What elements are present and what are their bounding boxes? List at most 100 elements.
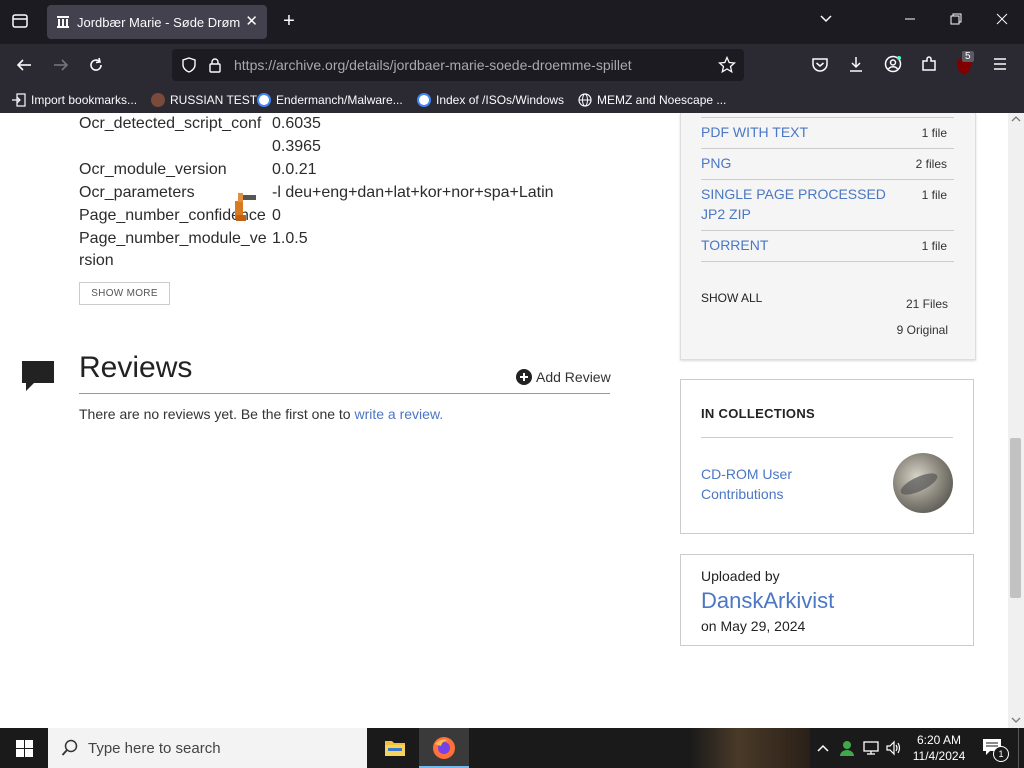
close-window-icon[interactable] (992, 12, 1012, 31)
clock-time: 6:20 AM (916, 733, 962, 747)
show-hidden-icons-chevron-icon[interactable] (816, 742, 830, 754)
tab-list-icon[interactable] (10, 12, 30, 35)
download-item[interactable]: PNG 2 files (701, 149, 954, 180)
show-more-button[interactable]: SHOW MORE (79, 282, 170, 305)
write-review-link[interactable]: write a review. (354, 406, 443, 422)
download-item[interactable]: TORRENT 1 file (701, 231, 954, 262)
upload-date: on May 29, 2024 (701, 618, 806, 634)
download-count: 2 files (915, 157, 947, 171)
metadata-value: 1.0.5 (272, 230, 308, 247)
taskbar-search-box[interactable]: Type here to search (48, 728, 367, 768)
lock-icon[interactable] (208, 57, 222, 73)
uploader-panel: Uploaded by DanskArkivist on May 29, 202… (680, 554, 974, 646)
collection-link[interactable]: CD-ROM User Contributions (701, 464, 831, 504)
download-format-link[interactable]: PNG (701, 153, 891, 173)
bookmarks-toolbar: Import bookmarks... RUSSIAN TEST Enderma… (0, 86, 1024, 114)
bookmark-label: RUSSIAN TEST (170, 93, 258, 107)
download-item[interactable]: PDF WITH TEXT 1 file (701, 118, 954, 149)
download-count: 1 file (921, 126, 947, 140)
metadata-value: 0 (272, 207, 281, 224)
taskbar-wallpaper-strip (690, 728, 810, 768)
google-icon (257, 93, 271, 107)
download-count: 1 file (921, 188, 947, 202)
download-format-link[interactable]: PDF WITH TEXT (701, 122, 891, 142)
scroll-up-arrow-icon[interactable] (1011, 115, 1021, 123)
url-text: https://archive.org/details/jordbaer-mar… (234, 57, 632, 73)
ublock-badge: 5 (962, 51, 974, 62)
back-arrow-icon[interactable] (14, 56, 34, 79)
add-review-button[interactable]: Add Review (516, 369, 611, 385)
metadata-key: Ocr_detected_script_conf (79, 115, 262, 132)
tab-active[interactable]: Jordbær Marie - Søde Drømme ✕ (47, 5, 267, 39)
metadata-value: 0.0.21 (272, 161, 317, 178)
total-files-count: 21 Files (905, 297, 948, 311)
page-content: Ocr_detected_script_conf 0.6035 0.3965 O… (0, 113, 1024, 728)
navigation-toolbar: https://archive.org/details/jordbaer-mar… (0, 44, 1024, 86)
download-format-link[interactable]: TORRENT (701, 235, 891, 255)
download-format-link[interactable]: SINGLE PAGE PROCESSED JP2 ZIP (701, 184, 891, 224)
uploader-name-link[interactable]: DanskArkivist (701, 588, 834, 614)
google-icon (417, 93, 431, 107)
archive-favicon-icon (57, 16, 69, 28)
people-icon[interactable] (838, 739, 856, 757)
tracking-protection-shield-icon[interactable] (181, 57, 197, 73)
menu-hamburger-icon[interactable] (990, 56, 1010, 77)
pocket-icon[interactable] (810, 56, 830, 79)
url-bar[interactable]: https://archive.org/details/jordbaer-mar… (172, 49, 744, 81)
tab-title: Jordbær Marie - Søde Drømme (77, 15, 240, 30)
speech-bubble-icon (22, 361, 54, 391)
scrollbar-thumb[interactable] (1010, 438, 1021, 598)
bookmark-isos[interactable]: Index of /ISOs/Windows (417, 91, 564, 109)
reload-icon[interactable] (86, 56, 106, 79)
notifications-button[interactable]: 1 (982, 738, 1009, 762)
account-icon[interactable] (883, 55, 903, 78)
search-placeholder: Type here to search (88, 740, 221, 757)
metadata-key: Page_number_module_ve (79, 230, 267, 247)
bookmark-memz[interactable]: MEMZ and Noescape ... (578, 91, 726, 109)
forward-arrow-icon[interactable] (51, 56, 71, 79)
ublock-origin-icon[interactable]: 5 (955, 51, 977, 76)
windows-start-icon[interactable] (16, 740, 33, 757)
url-path: /details/jordbaer-marie-soede-droemme-sp… (345, 57, 632, 73)
collections-heading: IN COLLECTIONS (701, 406, 815, 421)
metadata-value: 0.3965 (272, 138, 321, 155)
firefox-taskbar-button[interactable] (419, 728, 469, 768)
search-icon (61, 739, 78, 756)
bookmark-import[interactable]: Import bookmarks... (12, 91, 137, 109)
metadata-key: Ocr_module_version (79, 161, 227, 178)
volume-icon[interactable] (885, 740, 903, 756)
bookmark-star-icon[interactable] (718, 56, 736, 74)
downloads-icon[interactable] (846, 55, 866, 78)
animated-cursor-icon (235, 193, 256, 221)
bookmark-russian-test[interactable]: RUSSIAN TEST (151, 91, 257, 109)
folder-icon (385, 741, 405, 756)
metadata-key: rsion (79, 252, 114, 269)
vertical-scrollbar[interactable] (1008, 113, 1024, 728)
show-all-button[interactable]: SHOW ALL (701, 291, 762, 305)
russian-test-favicon-icon (151, 93, 165, 107)
restore-icon[interactable] (946, 12, 966, 31)
taskbar-clock[interactable]: 6:20 AM 11/4/2024 (906, 732, 972, 764)
bookmark-label: Index of /ISOs/Windows (436, 93, 565, 107)
clock-date: 11/4/2024 (912, 749, 966, 763)
uploaded-by-label: Uploaded by (701, 568, 780, 584)
file-explorer-taskbar-button[interactable] (372, 728, 418, 768)
plus-circle-icon (516, 369, 532, 385)
add-review-label: Add Review (536, 369, 611, 385)
list-all-tabs-chevron-icon[interactable] (816, 12, 836, 31)
network-icon[interactable] (862, 740, 880, 756)
scroll-down-arrow-icon[interactable] (1011, 716, 1021, 724)
extensions-puzzle-icon[interactable] (919, 55, 939, 78)
bookmark-label: Endermanch/Malware... (276, 93, 403, 107)
collection-thumbnail[interactable] (893, 453, 953, 513)
tab-close-icon[interactable]: ✕ (245, 12, 258, 30)
bookmark-label: MEMZ and Noescape ... (597, 93, 727, 107)
new-tab-button[interactable]: + (279, 10, 299, 33)
url-scheme-host: https://archive.org (234, 57, 346, 73)
download-count: 1 file (921, 239, 947, 253)
bookmark-endermanch[interactable]: Endermanch/Malware... (257, 91, 403, 109)
show-desktop-button[interactable] (1018, 728, 1024, 768)
minimize-icon[interactable] (900, 12, 920, 31)
windows-taskbar: Type here to search 6:20 AM 11/4/2024 1 (0, 728, 1024, 768)
download-item[interactable]: SINGLE PAGE PROCESSED JP2 ZIP 1 file (701, 180, 954, 231)
